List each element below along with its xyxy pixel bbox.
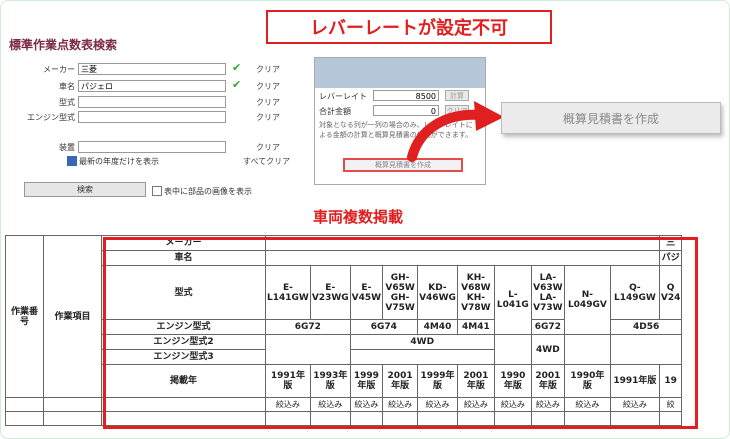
year-cell: 1990年版 (563, 364, 611, 398)
row-label-model: 型式 (101, 265, 266, 320)
model-label: 型式 (59, 98, 75, 107)
car-label: 車名 (59, 82, 75, 91)
device-clear-link[interactable]: クリア (256, 142, 280, 153)
year-cell: 1990年版 (493, 364, 532, 398)
lever-rate-warning-callout: レバーレートが設定不可 (266, 10, 552, 44)
engine-cell: 4M41 (456, 319, 495, 335)
show-images-label: 表中に部品の画像を表示 (164, 187, 252, 196)
estimate-button-zoomed[interactable]: 概算見積書を作成 (501, 102, 721, 134)
maker-value-cell (265, 235, 660, 251)
row-label-year: 掲載年 (101, 364, 266, 398)
col-header-work-item: 作業項目 (43, 235, 102, 398)
row-label-maker: メーカー (101, 235, 266, 251)
row-label-engine3: エンジン型式3 (101, 349, 266, 365)
car-input[interactable]: パジェロ (78, 80, 226, 92)
model-cell: KD-V46WG (417, 265, 458, 320)
red-arrow-icon (407, 101, 504, 162)
page-title: 標準作業点数表検索 (9, 38, 118, 52)
filter-link[interactable]: 絞込み (493, 397, 532, 412)
maker-partial: 三 (658, 235, 683, 251)
filter-link[interactable]: 絞込み (309, 397, 351, 412)
engine-cell: 6G72 (530, 319, 565, 335)
row-label-car: 車名 (101, 250, 266, 266)
app-window: レバーレートが設定不可 標準作業点数表検索 メーカー 三菱 ✔ クリア 車名 パ… (0, 0, 730, 439)
filter-link[interactable]: 絞込み (265, 397, 311, 412)
filter-link[interactable]: 絞込み (382, 397, 419, 412)
total-label: 合計金額 (319, 107, 351, 116)
year-cell: 1999年版 (417, 364, 458, 398)
row-label-engine: エンジン型式 (101, 319, 266, 335)
year-partial: 19 (658, 364, 683, 398)
latest-year-label: 最新の年度だけを表示 (79, 157, 159, 166)
filter-link-partial[interactable]: 絞 (658, 397, 683, 412)
model-cell: E-V45W (349, 265, 384, 320)
year-cell: 1993年版 (309, 364, 351, 398)
filter-link[interactable]: 絞込み (417, 397, 458, 412)
model-cell: Q-L149GW (609, 265, 660, 320)
model-cell: LA-V63W LA-V73W (530, 265, 565, 320)
car-clear-link[interactable]: クリア (256, 81, 280, 92)
model-cell: E-L141GW (265, 265, 311, 320)
maker-check-icon: ✔ (232, 61, 242, 74)
model-cell: N-L049GV (563, 265, 611, 335)
maker-clear-link[interactable]: クリア (256, 64, 280, 75)
show-images-checkbox[interactable] (152, 186, 162, 196)
model-cell: KH-V68W KH-V78W (456, 265, 495, 320)
search-button[interactable]: 検索 (24, 182, 146, 197)
year-cell: 2001年版 (456, 364, 495, 398)
filter-link[interactable]: 絞込み (530, 397, 565, 412)
model-cell: GH-V65W GH-V75W (382, 265, 419, 320)
panel-header (315, 58, 485, 88)
engine-cell: 6G74 (349, 319, 419, 335)
lever-rate-label: レバーレイト (319, 92, 367, 101)
year-cell: 1991年版 (609, 364, 660, 398)
car-partial: パジ (658, 250, 683, 266)
year-cell: 1999年版 (349, 364, 384, 398)
filter-link[interactable]: 絞込み (563, 397, 611, 412)
device-input[interactable] (78, 141, 226, 153)
device-label: 装置 (59, 143, 75, 152)
engine-input[interactable] (78, 111, 226, 123)
row-label-engine2: エンジン型式2 (101, 334, 266, 350)
model-clear-link[interactable]: クリア (256, 97, 280, 108)
filter-link[interactable]: 絞込み (609, 397, 660, 412)
multi-vehicle-caption: 車両複数掲載 (313, 208, 404, 226)
engine-cell: 4M40 (417, 319, 458, 335)
model-cell: L-L041G (493, 265, 532, 335)
latest-year-checkbox[interactable] (67, 156, 77, 166)
model-cell: E-V23WG (309, 265, 351, 320)
model-input[interactable] (78, 96, 226, 108)
car-check-icon: ✔ (232, 78, 242, 91)
drive-cell: 4WD (530, 334, 565, 365)
car-value-cell (265, 250, 660, 266)
engine-cell: 6G72 (265, 319, 351, 335)
model-partial: Q V24 (658, 265, 683, 320)
maker-input[interactable]: 三菱 (78, 63, 226, 75)
filter-link[interactable]: 絞込み (349, 397, 384, 412)
drive-cell: 4WD (349, 334, 495, 350)
maker-label: メーカー (43, 65, 75, 74)
engine-clear-link[interactable]: クリア (256, 112, 280, 123)
filter-link[interactable]: 絞込み (456, 397, 495, 412)
clear-all-link[interactable]: すべてクリア (243, 156, 290, 167)
year-cell: 1991年版 (265, 364, 311, 398)
year-cell: 2001年版 (530, 364, 565, 398)
work-points-table: 作業番号 作業項目 メーカー 三 車名 パジ 型式 E-L141GW E-V23… (5, 235, 683, 426)
engine-label: エンジン型式 (27, 113, 75, 122)
engine-cell: 4D56 (609, 319, 683, 335)
year-cell: 2001年版 (382, 364, 419, 398)
col-header-work-number: 作業番号 (5, 235, 44, 398)
